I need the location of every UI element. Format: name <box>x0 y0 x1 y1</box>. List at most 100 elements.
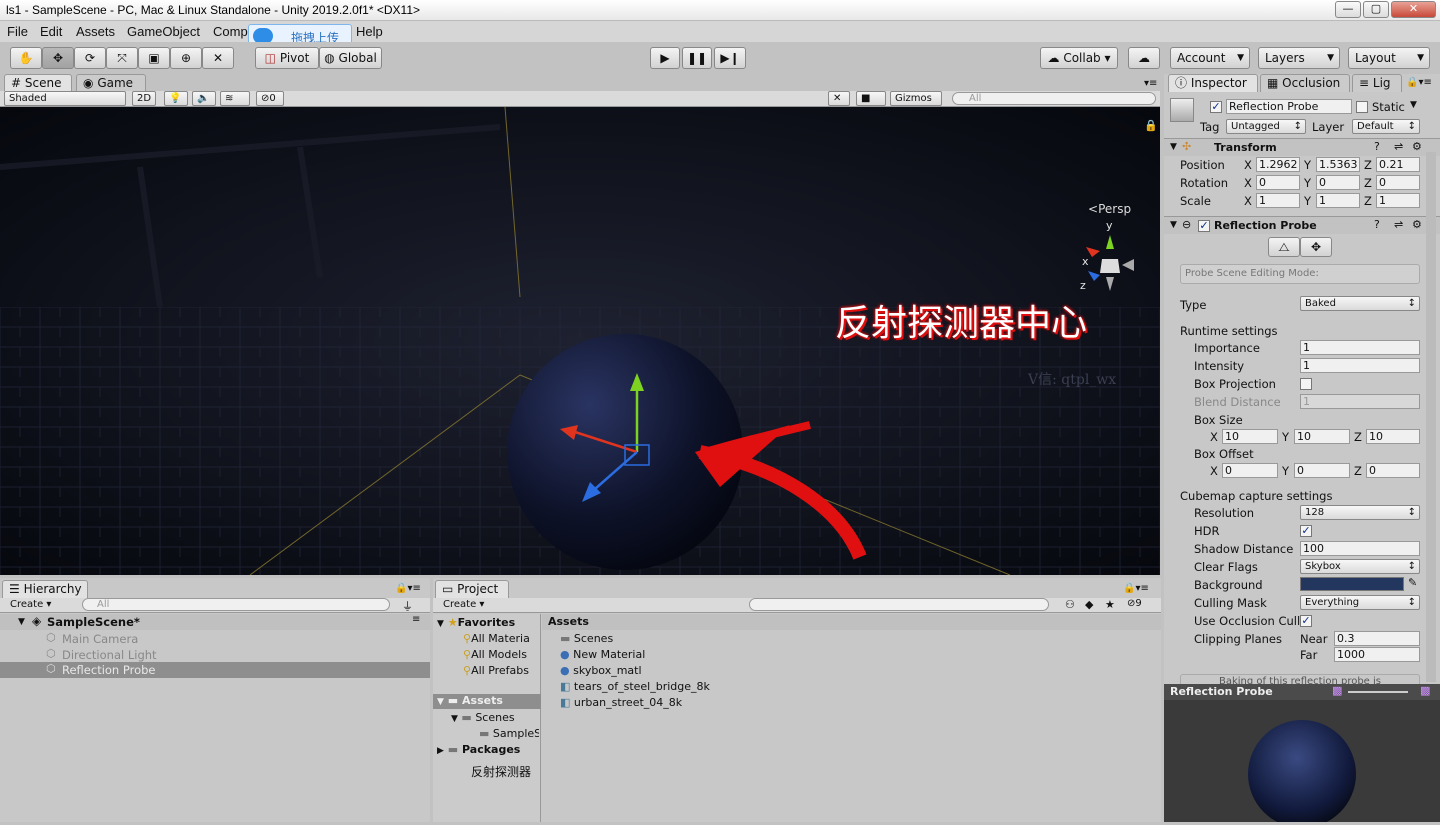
maximize-button[interactable]: ▢ <box>1363 1 1389 18</box>
hdr-checkbox[interactable] <box>1300 525 1312 537</box>
blend-distance-field[interactable]: 1 <box>1300 394 1420 409</box>
filter-icon[interactable]: ⏚ <box>402 598 413 614</box>
search-by-type-icon[interactable]: ⚇ <box>1065 598 1075 611</box>
projection-label[interactable]: <Persp <box>1088 202 1131 216</box>
lighting-toggle[interactable]: 💡 <box>164 91 188 106</box>
preview-header[interactable]: Reflection Probe ▩ ▩ <box>1164 684 1440 700</box>
hierarchy-search-input[interactable]: All <box>82 598 390 611</box>
rotation-y-field[interactable]: 0 <box>1316 175 1360 190</box>
probe-enabled-checkbox[interactable] <box>1198 220 1210 232</box>
project-create-dropdown[interactable]: Create ▾ <box>439 598 495 612</box>
menu-edit[interactable]: Edit <box>40 24 62 39</box>
global-button[interactable]: ◍ Global <box>319 47 382 69</box>
close-button[interactable]: ✕ <box>1391 1 1436 18</box>
menu-file[interactable]: File <box>7 24 28 39</box>
box-offset-y-field[interactable]: 0 <box>1294 463 1350 478</box>
transform-header[interactable]: ▼ ✣ Transform ? ⇌ ⚙ <box>1164 138 1440 156</box>
menu-help[interactable]: Help <box>356 24 383 39</box>
shading-dropdown[interactable]: Shaded <box>4 91 126 106</box>
scale-z-field[interactable]: 1 <box>1376 193 1420 208</box>
layout-dropdown[interactable]: Layout ▼ <box>1348 47 1430 69</box>
help-icon[interactable]: ? <box>1374 140 1380 153</box>
box-size-x-field[interactable]: 10 <box>1222 429 1278 444</box>
box-offset-z-field[interactable]: 0 <box>1366 463 1420 478</box>
tree-scenes[interactable]: ▼ ▬ Scenes <box>451 711 515 724</box>
menu-gameobject[interactable]: GameObject <box>127 24 200 39</box>
play-button[interactable]: ▶ <box>650 47 680 69</box>
expand-arrow-icon[interactable]: ▼ <box>18 617 25 627</box>
tab-project[interactable]: ▭ Project <box>435 580 509 598</box>
inspector-lock-icon[interactable]: 🔒▾≡ <box>1406 77 1432 88</box>
tab-scene[interactable]: # Scene <box>4 74 72 92</box>
favorite-item[interactable]: ⚲All Materia <box>463 632 530 645</box>
occlusion-culling-checkbox[interactable] <box>1300 615 1312 627</box>
camera-dropdown[interactable]: ■ <box>856 91 886 106</box>
tree-sample-scene[interactable]: ▬ SampleS <box>479 727 539 740</box>
hierarchy-create-dropdown[interactable]: Create ▾ <box>6 598 74 612</box>
audio-toggle[interactable]: 🔈 <box>192 91 216 106</box>
favorites-header[interactable]: ▼ ★Favorites <box>437 616 515 629</box>
scale-y-field[interactable]: 1 <box>1316 193 1360 208</box>
account-dropdown[interactable]: Account ▼ <box>1170 47 1250 69</box>
far-field[interactable]: 1000 <box>1334 647 1420 662</box>
scene-view[interactable]: y x z 🔒 <Persp 反射探测器中心 V信: qtpl_wx <box>0 107 1160 575</box>
asset-item[interactable]: ● New Material <box>560 648 645 661</box>
lock-icon[interactable]: 🔒 <box>1144 119 1158 132</box>
scene-root-row[interactable]: ▼ ◈ SampleScene* ≡ <box>0 614 430 630</box>
intensity-field[interactable]: 1 <box>1300 358 1420 373</box>
checker-icon[interactable]: ▩ <box>1332 684 1342 697</box>
asset-item[interactable]: ● skybox_matl <box>560 664 642 677</box>
gear-icon[interactable]: ⚙ <box>1412 218 1422 231</box>
eyedropper-icon[interactable]: ✎ <box>1408 576 1417 589</box>
asset-item[interactable]: ◧ urban_street_04_8k <box>560 696 682 709</box>
type-dropdown[interactable]: Baked ↕ <box>1300 296 1420 311</box>
position-x-field[interactable]: 1.2962 <box>1256 157 1300 172</box>
hierarchy-lock-icon[interactable]: 🔒▾≡ <box>395 583 421 594</box>
rect-tool-button[interactable]: ▣ <box>138 47 170 69</box>
hidden-objects-toggle[interactable]: ⊘0 <box>256 91 284 106</box>
pivot-button[interactable]: ◫ Pivot <box>255 47 319 69</box>
preset-icon[interactable]: ⇌ <box>1394 218 1403 231</box>
minimize-button[interactable]: — <box>1335 1 1361 18</box>
asset-item[interactable]: ◧ tears_of_steel_bridge_8k <box>560 680 710 693</box>
exposure-slider[interactable] <box>1348 691 1408 693</box>
checker-icon[interactable]: ▩ <box>1420 684 1430 697</box>
scene-menu-icon[interactable]: ≡ <box>412 614 420 625</box>
static-dropdown-arrow[interactable]: ▼ <box>1410 100 1417 110</box>
2d-toggle[interactable]: 2D <box>132 91 156 106</box>
menu-component[interactable]: Comp <box>213 24 248 39</box>
scale-x-field[interactable]: 1 <box>1256 193 1300 208</box>
favorite-item[interactable]: ⚲All Prefabs <box>463 664 529 677</box>
object-name-field[interactable]: Reflection Probe <box>1226 99 1352 114</box>
tab-lighting[interactable]: ≡ Lig <box>1352 74 1402 92</box>
static-checkbox[interactable] <box>1356 101 1368 113</box>
hierarchy-item-selected[interactable]: ⬡ Reflection Probe <box>0 662 430 678</box>
hierarchy-item[interactable]: ⬡ Main Camera <box>0 631 430 647</box>
gear-icon[interactable]: ⚙ <box>1412 140 1422 153</box>
step-button[interactable]: ▶❙ <box>714 47 746 69</box>
preset-icon[interactable]: ⇌ <box>1394 140 1403 153</box>
hidden-packages-toggle[interactable]: ⊘9 <box>1127 598 1142 609</box>
importance-field[interactable]: 1 <box>1300 340 1420 355</box>
layer-dropdown[interactable]: Default ↕ <box>1352 119 1420 134</box>
move-tool-button[interactable]: ✥ <box>42 47 74 69</box>
gizmos-dropdown[interactable]: Gizmos <box>890 91 942 106</box>
shadow-distance-field[interactable]: 100 <box>1300 541 1420 556</box>
tab-occlusion[interactable]: ▦ Occlusion <box>1260 74 1350 92</box>
project-search-input[interactable] <box>749 598 1049 611</box>
box-offset-x-field[interactable]: 0 <box>1222 463 1278 478</box>
scene-menu-icon[interactable]: ▾≡ <box>1144 78 1157 89</box>
asset-item[interactable]: ▬ Scenes <box>560 632 613 645</box>
near-field[interactable]: 0.3 <box>1334 631 1420 646</box>
position-y-field[interactable]: 1.5363 <box>1316 157 1360 172</box>
rotation-x-field[interactable]: 0 <box>1256 175 1300 190</box>
hierarchy-item[interactable]: ⬡ Directional Light <box>0 647 430 663</box>
tab-inspector[interactable]: ⓘ Inspector <box>1168 74 1258 92</box>
clear-flags-dropdown[interactable]: Skybox ↕ <box>1300 559 1420 574</box>
active-checkbox[interactable] <box>1210 101 1222 113</box>
project-lock-icon[interactable]: 🔒▾≡ <box>1123 583 1149 594</box>
scene-search-input[interactable]: All <box>952 92 1156 105</box>
transform-tool-button[interactable]: ⊕ <box>170 47 202 69</box>
tag-dropdown[interactable]: Untagged ↕ <box>1226 119 1306 134</box>
tools-settings-button[interactable]: ✕ <box>828 91 850 106</box>
